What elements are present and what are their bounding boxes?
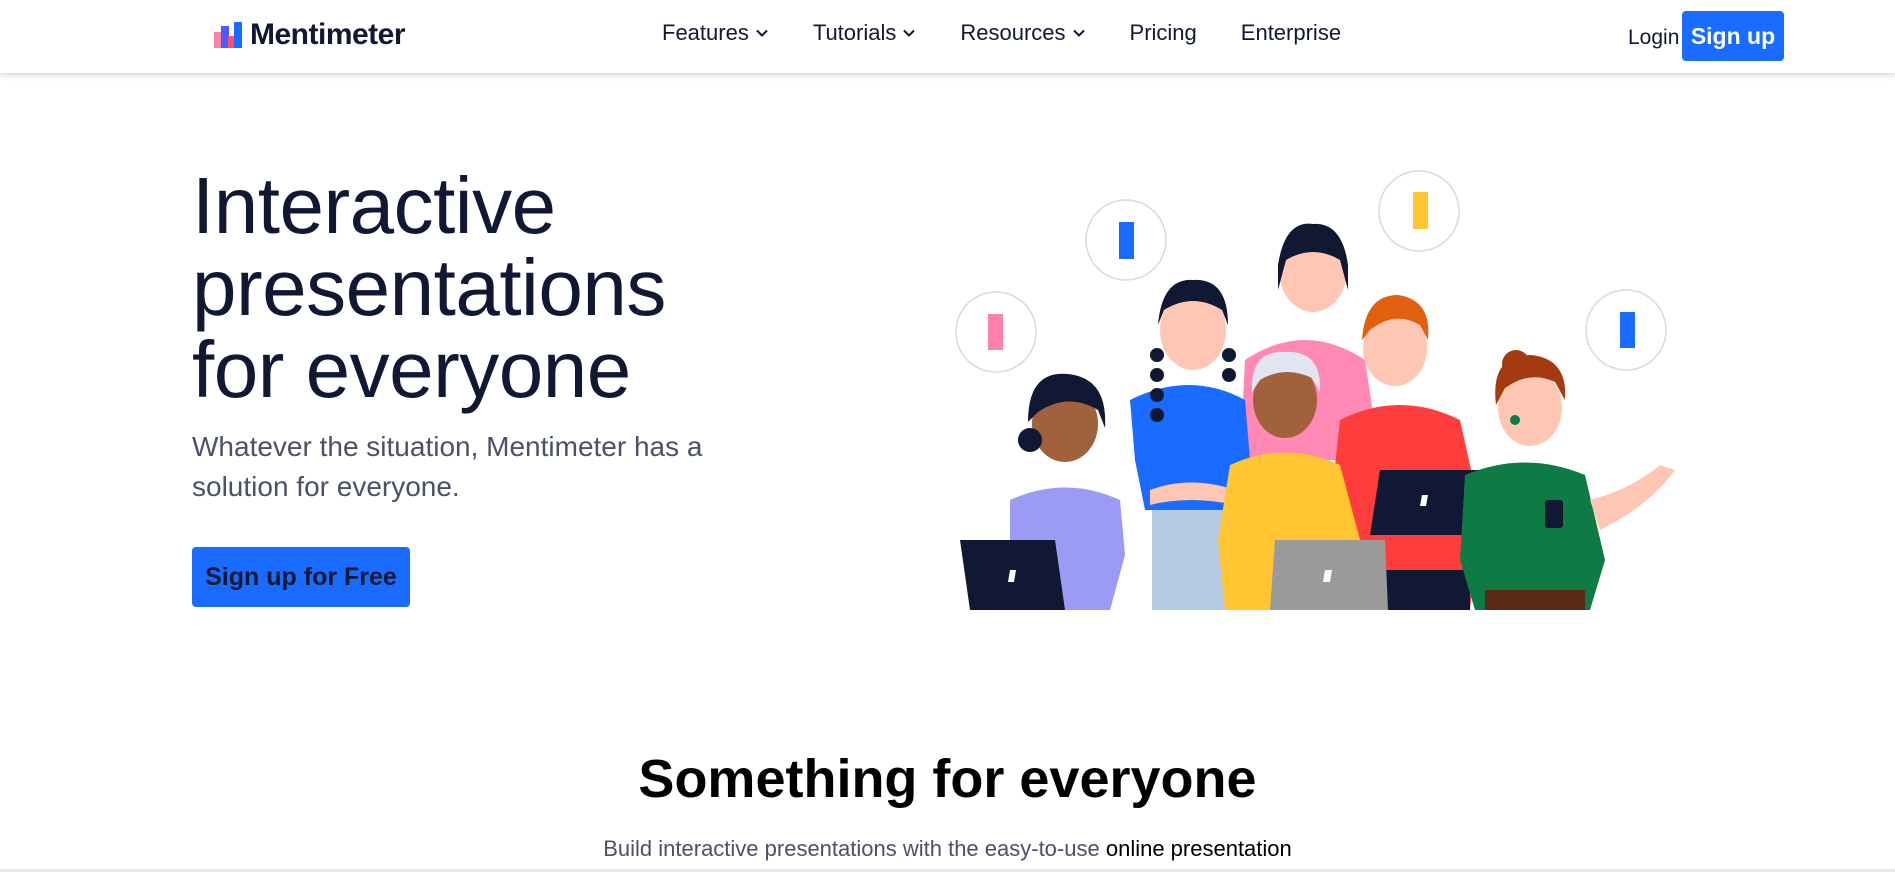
section-title: Something for everyone [638,749,1257,809]
speech-bubble-blue-right [1585,289,1667,371]
people-with-speech-bubbles-icon [955,170,1675,610]
site-header: Mentimeter Features Tutorials Resources … [0,0,1895,73]
person-purple [960,373,1125,610]
section-subtitle-text: Build interactive presentations with the… [603,836,1106,861]
main-nav: Features Tutorials Resources Pricing Ent… [662,20,1385,46]
nav-tutorials-label: Tutorials [812,20,897,45]
login-link[interactable]: Login [1628,26,1679,50]
nav-enterprise[interactable]: Enterprise [1241,20,1341,46]
nav-pricing-label: Pricing [1129,20,1197,45]
hero-title-line-1: Interactive [192,161,556,250]
mentimeter-logo-icon [214,22,242,48]
speech-bubble-blue-left [1085,199,1167,281]
signup-button[interactable]: Sign up [1682,11,1784,61]
hero-title-line-2: presentations [192,243,666,332]
nav-features[interactable]: Features [662,20,769,46]
nav-features-label: Features [662,20,749,45]
nav-enterprise-label: Enterprise [1240,20,1342,45]
chevron-down-icon [903,29,916,37]
person-green [1460,350,1675,610]
speech-bubble-pink [955,291,1037,373]
hero-title-line-3: for everyone [192,325,631,414]
hero-subtitle: Whatever the situation, Mentimeter has a… [192,431,703,502]
nav-resources-label: Resources [960,20,1066,45]
online-presentation-link[interactable]: online presentation [1106,836,1292,861]
nav-pricing[interactable]: Pricing [1130,20,1197,46]
nav-resources[interactable]: Resources [960,20,1085,46]
hero-title: Interactive presentations for everyone [192,165,812,411]
logo[interactable]: Mentimeter [214,18,406,52]
nav-tutorials[interactable]: Tutorials [813,20,917,46]
section-subtitle: Build interactive presentations with the… [0,836,1895,862]
speech-bubble-yellow [1378,170,1460,252]
chevron-down-icon [756,29,768,37]
chevron-down-icon [1072,29,1085,37]
signup-free-button[interactable]: Sign up for Free [192,547,410,607]
logo-text: Mentimeter [250,18,406,51]
